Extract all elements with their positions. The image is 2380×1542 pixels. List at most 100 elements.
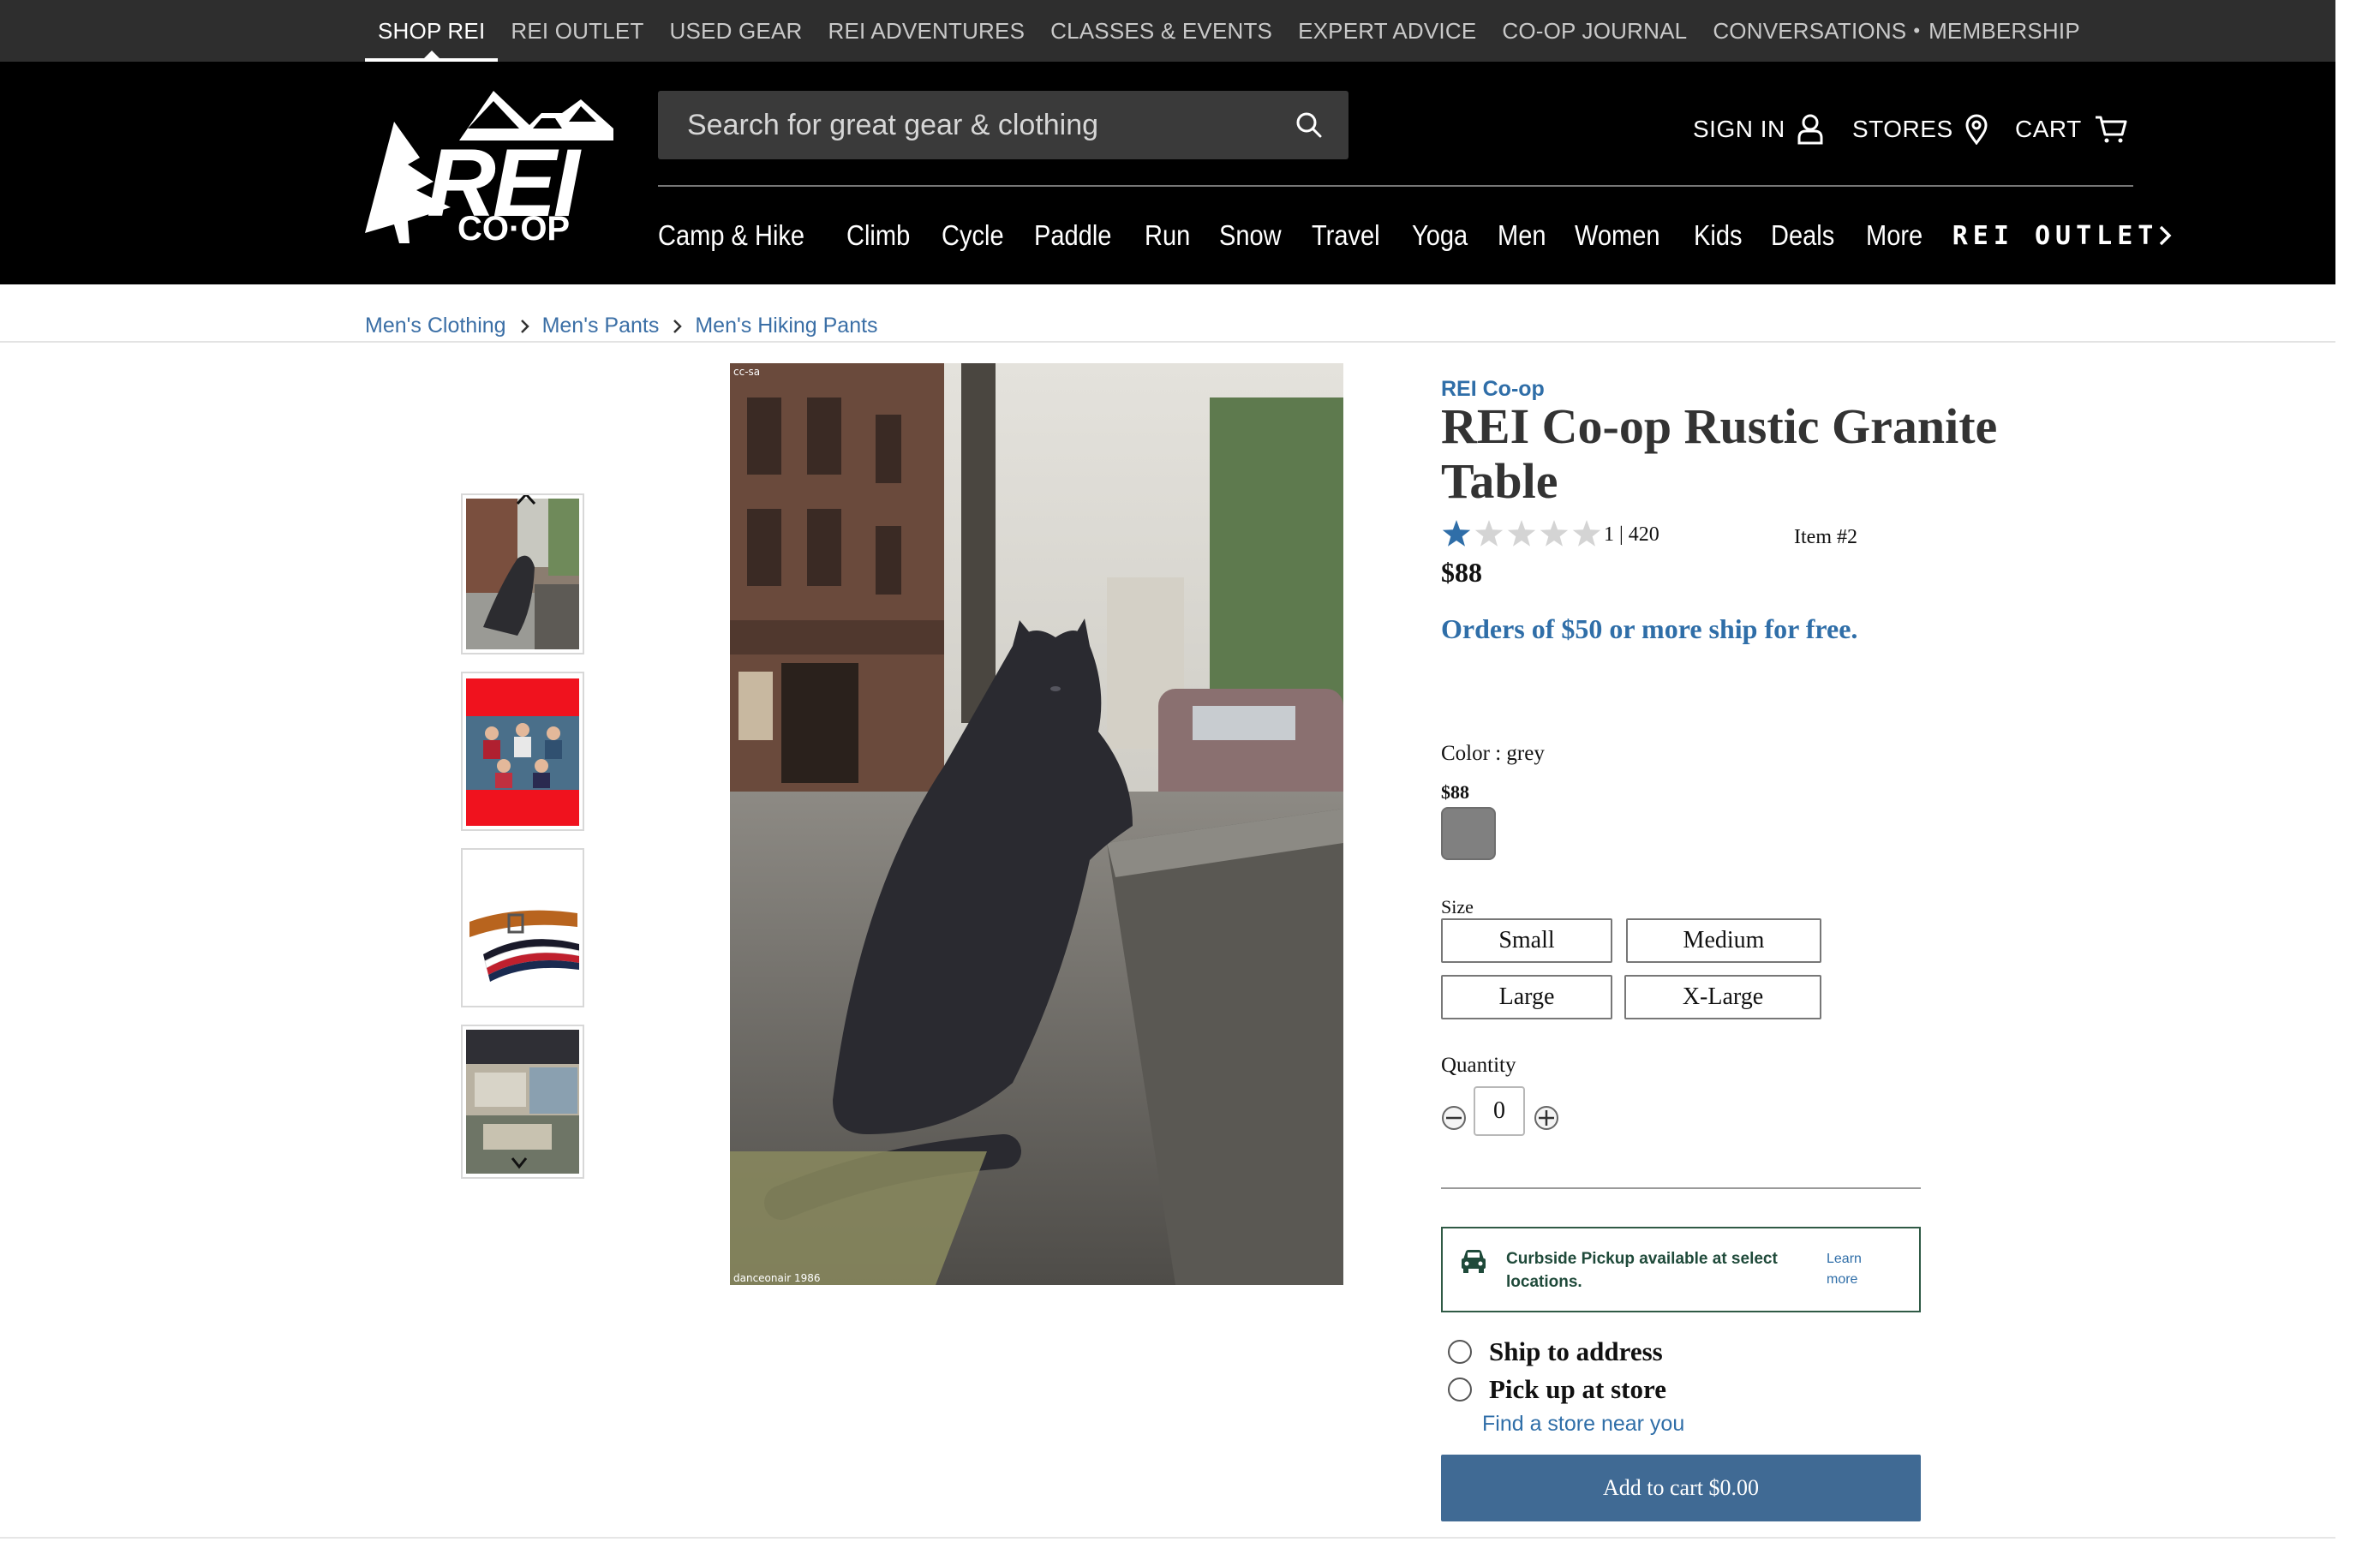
stores-link[interactable]: STORES xyxy=(1852,108,1988,151)
quantity-input[interactable] xyxy=(1474,1086,1525,1136)
nav-men[interactable]: Men xyxy=(1498,219,1546,252)
star-empty-icon xyxy=(1540,520,1569,547)
color-swatch-grey[interactable] xyxy=(1441,807,1496,860)
breadcrumb-mens-clothing[interactable]: Men's Clothing xyxy=(365,314,506,338)
cart-link[interactable]: CART xyxy=(2015,108,2128,151)
chevron-right-icon xyxy=(2160,225,2172,246)
nav-rei-outlet-label: REI OUTLET xyxy=(1952,220,2159,251)
search-icon xyxy=(1296,112,1322,138)
add-to-cart-button[interactable]: Add to cart $0.00 xyxy=(1441,1455,1921,1521)
thumbnail-image-collage xyxy=(466,1030,579,1174)
product-rating[interactable]: 1 | 420 xyxy=(1441,517,1659,552)
utility-link-coop-journal[interactable]: CO-OP JOURNAL xyxy=(1489,0,1700,62)
find-store-link[interactable]: Find a store near you xyxy=(1482,1412,1684,1437)
color-label: Color : grey xyxy=(1441,742,1545,765)
breadcrumb-mens-hiking-pants[interactable]: Men's Hiking Pants xyxy=(695,314,877,338)
thumbnail-1[interactable] xyxy=(461,493,584,654)
user-icon xyxy=(1797,114,1823,145)
learn-more-link[interactable]: Learn more xyxy=(1827,1249,1869,1290)
curbside-pickup-text: Curbside Pickup available at select loca… xyxy=(1506,1250,1778,1291)
pick-up-at-store-option[interactable]: Pick up at store xyxy=(1448,1374,1666,1405)
breadcrumb-chevron-icon xyxy=(673,319,683,333)
nav-travel[interactable]: Travel xyxy=(1312,219,1380,252)
quantity-decrease-button[interactable] xyxy=(1441,1105,1467,1131)
star-empty-icon xyxy=(1474,520,1504,547)
breadcrumb: Men's Clothing Men's Pants Men's Hiking … xyxy=(365,314,878,338)
size-large-button[interactable]: Large xyxy=(1441,975,1612,1019)
nav-kids[interactable]: Kids xyxy=(1694,219,1742,252)
utility-link-shop-rei[interactable]: SHOP REI xyxy=(365,0,499,62)
utility-link-expert-advice[interactable]: EXPERT ADVICE xyxy=(1285,0,1489,62)
car-icon xyxy=(1462,1250,1486,1273)
chevron-up-icon[interactable] xyxy=(514,493,538,507)
sign-in-label: SIGN IN xyxy=(1693,116,1785,142)
rei-logo[interactable]: REI CO·OP xyxy=(365,87,613,243)
search-bar xyxy=(658,91,1348,159)
search-input[interactable] xyxy=(658,91,1270,159)
ship-to-address-option[interactable]: Ship to address xyxy=(1448,1336,1663,1367)
size-small-button[interactable]: Small xyxy=(1441,918,1612,963)
utility-bar: SHOP REI REI OUTLET USED GEAR REI ADVENT… xyxy=(0,0,2335,62)
thumbnail-4[interactable] xyxy=(461,1025,584,1179)
star-filled-icon xyxy=(1442,520,1471,547)
logo-coop: CO·OP xyxy=(457,210,570,243)
utility-link-conversations[interactable]: CONVERSATIONS xyxy=(1700,0,1911,62)
search-button[interactable] xyxy=(1270,91,1348,159)
utility-link-classes-events[interactable]: CLASSES & EVENTS xyxy=(1038,0,1285,62)
site-header: REI CO·OP SIGN IN STORES CART xyxy=(0,62,2335,284)
category-nav: Camp & Hike Climb Cycle Paddle Run Snow … xyxy=(658,197,2172,274)
ship-to-address-radio[interactable] xyxy=(1448,1340,1472,1364)
utility-link-used-gear[interactable]: USED GEAR xyxy=(657,0,816,62)
thumbnail-image-cat-statue xyxy=(466,499,579,649)
utility-nav: SHOP REI REI OUTLET USED GEAR REI ADVENT… xyxy=(365,0,2093,62)
pick-up-at-store-radio[interactable] xyxy=(1448,1378,1472,1402)
nav-rei-outlet[interactable]: REI OUTLET xyxy=(1952,221,2173,251)
free-shipping-message: Orders of $50 or more ship for free. xyxy=(1441,613,1858,644)
main-product-image[interactable]: cc-sa danceonair 1986 xyxy=(730,363,1343,1285)
size-medium-button[interactable]: Medium xyxy=(1626,918,1821,963)
pick-up-at-store-label: Pick up at store xyxy=(1489,1374,1666,1404)
breadcrumb-chevron-icon xyxy=(520,319,529,333)
quantity-increase-button[interactable] xyxy=(1534,1105,1559,1131)
size-label: Size xyxy=(1441,896,1474,917)
breadcrumb-mens-pants[interactable]: Men's Pants xyxy=(542,314,660,338)
utility-link-membership[interactable]: MEMBERSHIP xyxy=(1922,0,2093,62)
nav-women[interactable]: Women xyxy=(1575,219,1660,252)
page-bottom-divider xyxy=(0,1537,2335,1539)
size-xlarge-button[interactable]: X-Large xyxy=(1624,975,1821,1019)
sign-in-link[interactable]: SIGN IN xyxy=(1693,108,1823,151)
location-pin-icon xyxy=(1965,114,1988,145)
cart-label: CART xyxy=(2015,116,2082,142)
item-number: Item #2 xyxy=(1794,526,1857,548)
utility-link-rei-outlet[interactable]: REI OUTLET xyxy=(498,0,656,62)
curbside-pickup-banner: Curbside Pickup available at select loca… xyxy=(1441,1227,1921,1312)
ship-to-address-label: Ship to address xyxy=(1489,1336,1663,1366)
nav-more[interactable]: More xyxy=(1866,219,1923,252)
nav-paddle[interactable]: Paddle xyxy=(1034,219,1111,252)
breadcrumb-bar: Men's Clothing Men's Pants Men's Hiking … xyxy=(0,284,2335,343)
nav-camp-hike[interactable]: Camp & Hike xyxy=(658,219,804,252)
rating-count: 1 | 420 xyxy=(1604,523,1659,546)
stores-label: STORES xyxy=(1852,116,1953,142)
product-price: $88 xyxy=(1441,557,1482,588)
thumbnail-image-belts xyxy=(466,853,579,1002)
swatch-price: $88 xyxy=(1441,781,1469,803)
cart-icon xyxy=(2095,116,2127,143)
nav-climb[interactable]: Climb xyxy=(846,219,910,252)
buybox-divider xyxy=(1441,1187,1921,1189)
nav-yoga[interactable]: Yoga xyxy=(1412,219,1468,252)
main-image-graphic: cc-sa danceonair 1986 xyxy=(730,363,1343,1285)
nav-run[interactable]: Run xyxy=(1145,219,1190,252)
product-title: REI Co-op Rustic Granite Table xyxy=(1441,398,1998,509)
star-empty-icon xyxy=(1507,520,1536,547)
thumbnail-strip xyxy=(461,493,584,1196)
header-divider xyxy=(658,185,2133,187)
utility-link-rei-adventures[interactable]: REI ADVENTURES xyxy=(815,0,1038,62)
nav-cycle[interactable]: Cycle xyxy=(942,219,1004,252)
utility-separator-dot: • xyxy=(1913,20,1921,41)
nav-snow[interactable]: Snow xyxy=(1219,219,1282,252)
thumbnail-3[interactable] xyxy=(461,848,584,1007)
image-caption: danceonair 1986 xyxy=(733,1272,820,1284)
nav-deals[interactable]: Deals xyxy=(1771,219,1834,252)
thumbnail-2[interactable] xyxy=(461,672,584,831)
